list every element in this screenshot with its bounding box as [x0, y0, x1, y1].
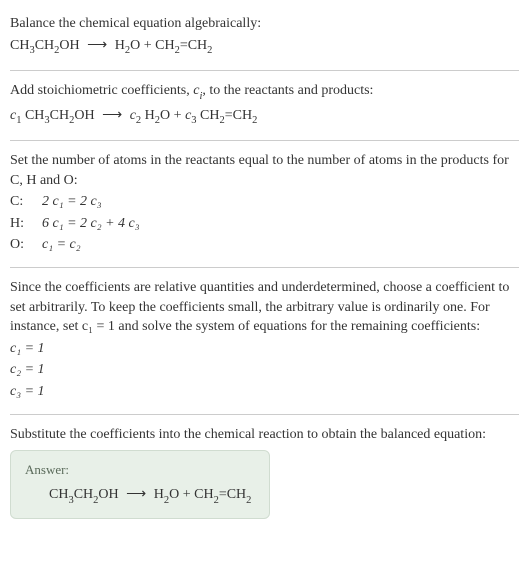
result-c2: c₂ = 1 [10, 360, 519, 380]
atom-row-o: O: c₁ = c₂ [10, 235, 519, 255]
divider [10, 267, 519, 268]
step4-section: Substitute the coefficients into the che… [10, 419, 519, 525]
arrow-icon: ⟶ [87, 36, 107, 56]
intro-text: Balance the chemical equation algebraica… [10, 14, 519, 34]
arrow-icon: ⟶ [126, 485, 146, 505]
step3-text: Since the coefficients are relative quan… [10, 278, 519, 337]
atom-label: O: [10, 235, 30, 255]
step4-text: Substitute the coefficients into the che… [10, 425, 519, 445]
divider [10, 414, 519, 415]
divider [10, 140, 519, 141]
step2-text: Set the number of atoms in the reactants… [10, 151, 519, 190]
step1-section: Add stoichiometric coefficients, ci, to … [10, 75, 519, 136]
divider [10, 70, 519, 71]
atom-row-h: H: 6 c₁ = 2 c₂ + 4 c₃ [10, 214, 519, 234]
arrow-icon: ⟶ [102, 106, 122, 126]
atom-row-c: C: 2 c₁ = 2 c₃ [10, 192, 519, 212]
product-ethylene: CH2=CH2 [194, 487, 251, 502]
product-water: H2O [145, 108, 171, 123]
balanced-equation: CH3CH2OH ⟶ H2O + CH2=CH2 [25, 485, 255, 507]
reactant-ethanol: CH3CH2OH [25, 108, 95, 123]
step3-section: Since the coefficients are relative quan… [10, 272, 519, 410]
step2-section: Set the number of atoms in the reactants… [10, 145, 519, 263]
atom-label: H: [10, 214, 30, 234]
step1-text: Add stoichiometric coefficients, ci, to … [10, 81, 519, 103]
product-water: H2O [154, 487, 180, 502]
product-water: H2O [115, 38, 141, 53]
product-ethylene: CH2=CH2 [200, 108, 257, 123]
coeff-equation: c1 CH3CH2OH ⟶ c2 H2O + c3 CH2=CH2 [10, 106, 519, 128]
answer-label: Answer: [25, 461, 255, 479]
atom-eq: c₁ = c₂ [42, 235, 81, 255]
result-c1: c₁ = 1 [10, 339, 519, 359]
intro-section: Balance the chemical equation algebraica… [10, 8, 519, 66]
atom-eq: 2 c₁ = 2 c₃ [42, 192, 102, 212]
unbalanced-equation: CH3CH2OH ⟶ H2O + CH2=CH2 [10, 36, 519, 58]
atom-eq: 6 c₁ = 2 c₂ + 4 c₃ [42, 214, 140, 234]
product-ethylene: CH2=CH2 [155, 38, 212, 53]
reactant-ethanol: CH3CH2OH [49, 487, 119, 502]
reactant-ethanol: CH3CH2OH [10, 38, 80, 53]
result-c3: c₃ = 1 [10, 382, 519, 402]
atom-label: C: [10, 192, 30, 212]
answer-box: Answer: CH3CH2OH ⟶ H2O + CH2=CH2 [10, 450, 270, 519]
